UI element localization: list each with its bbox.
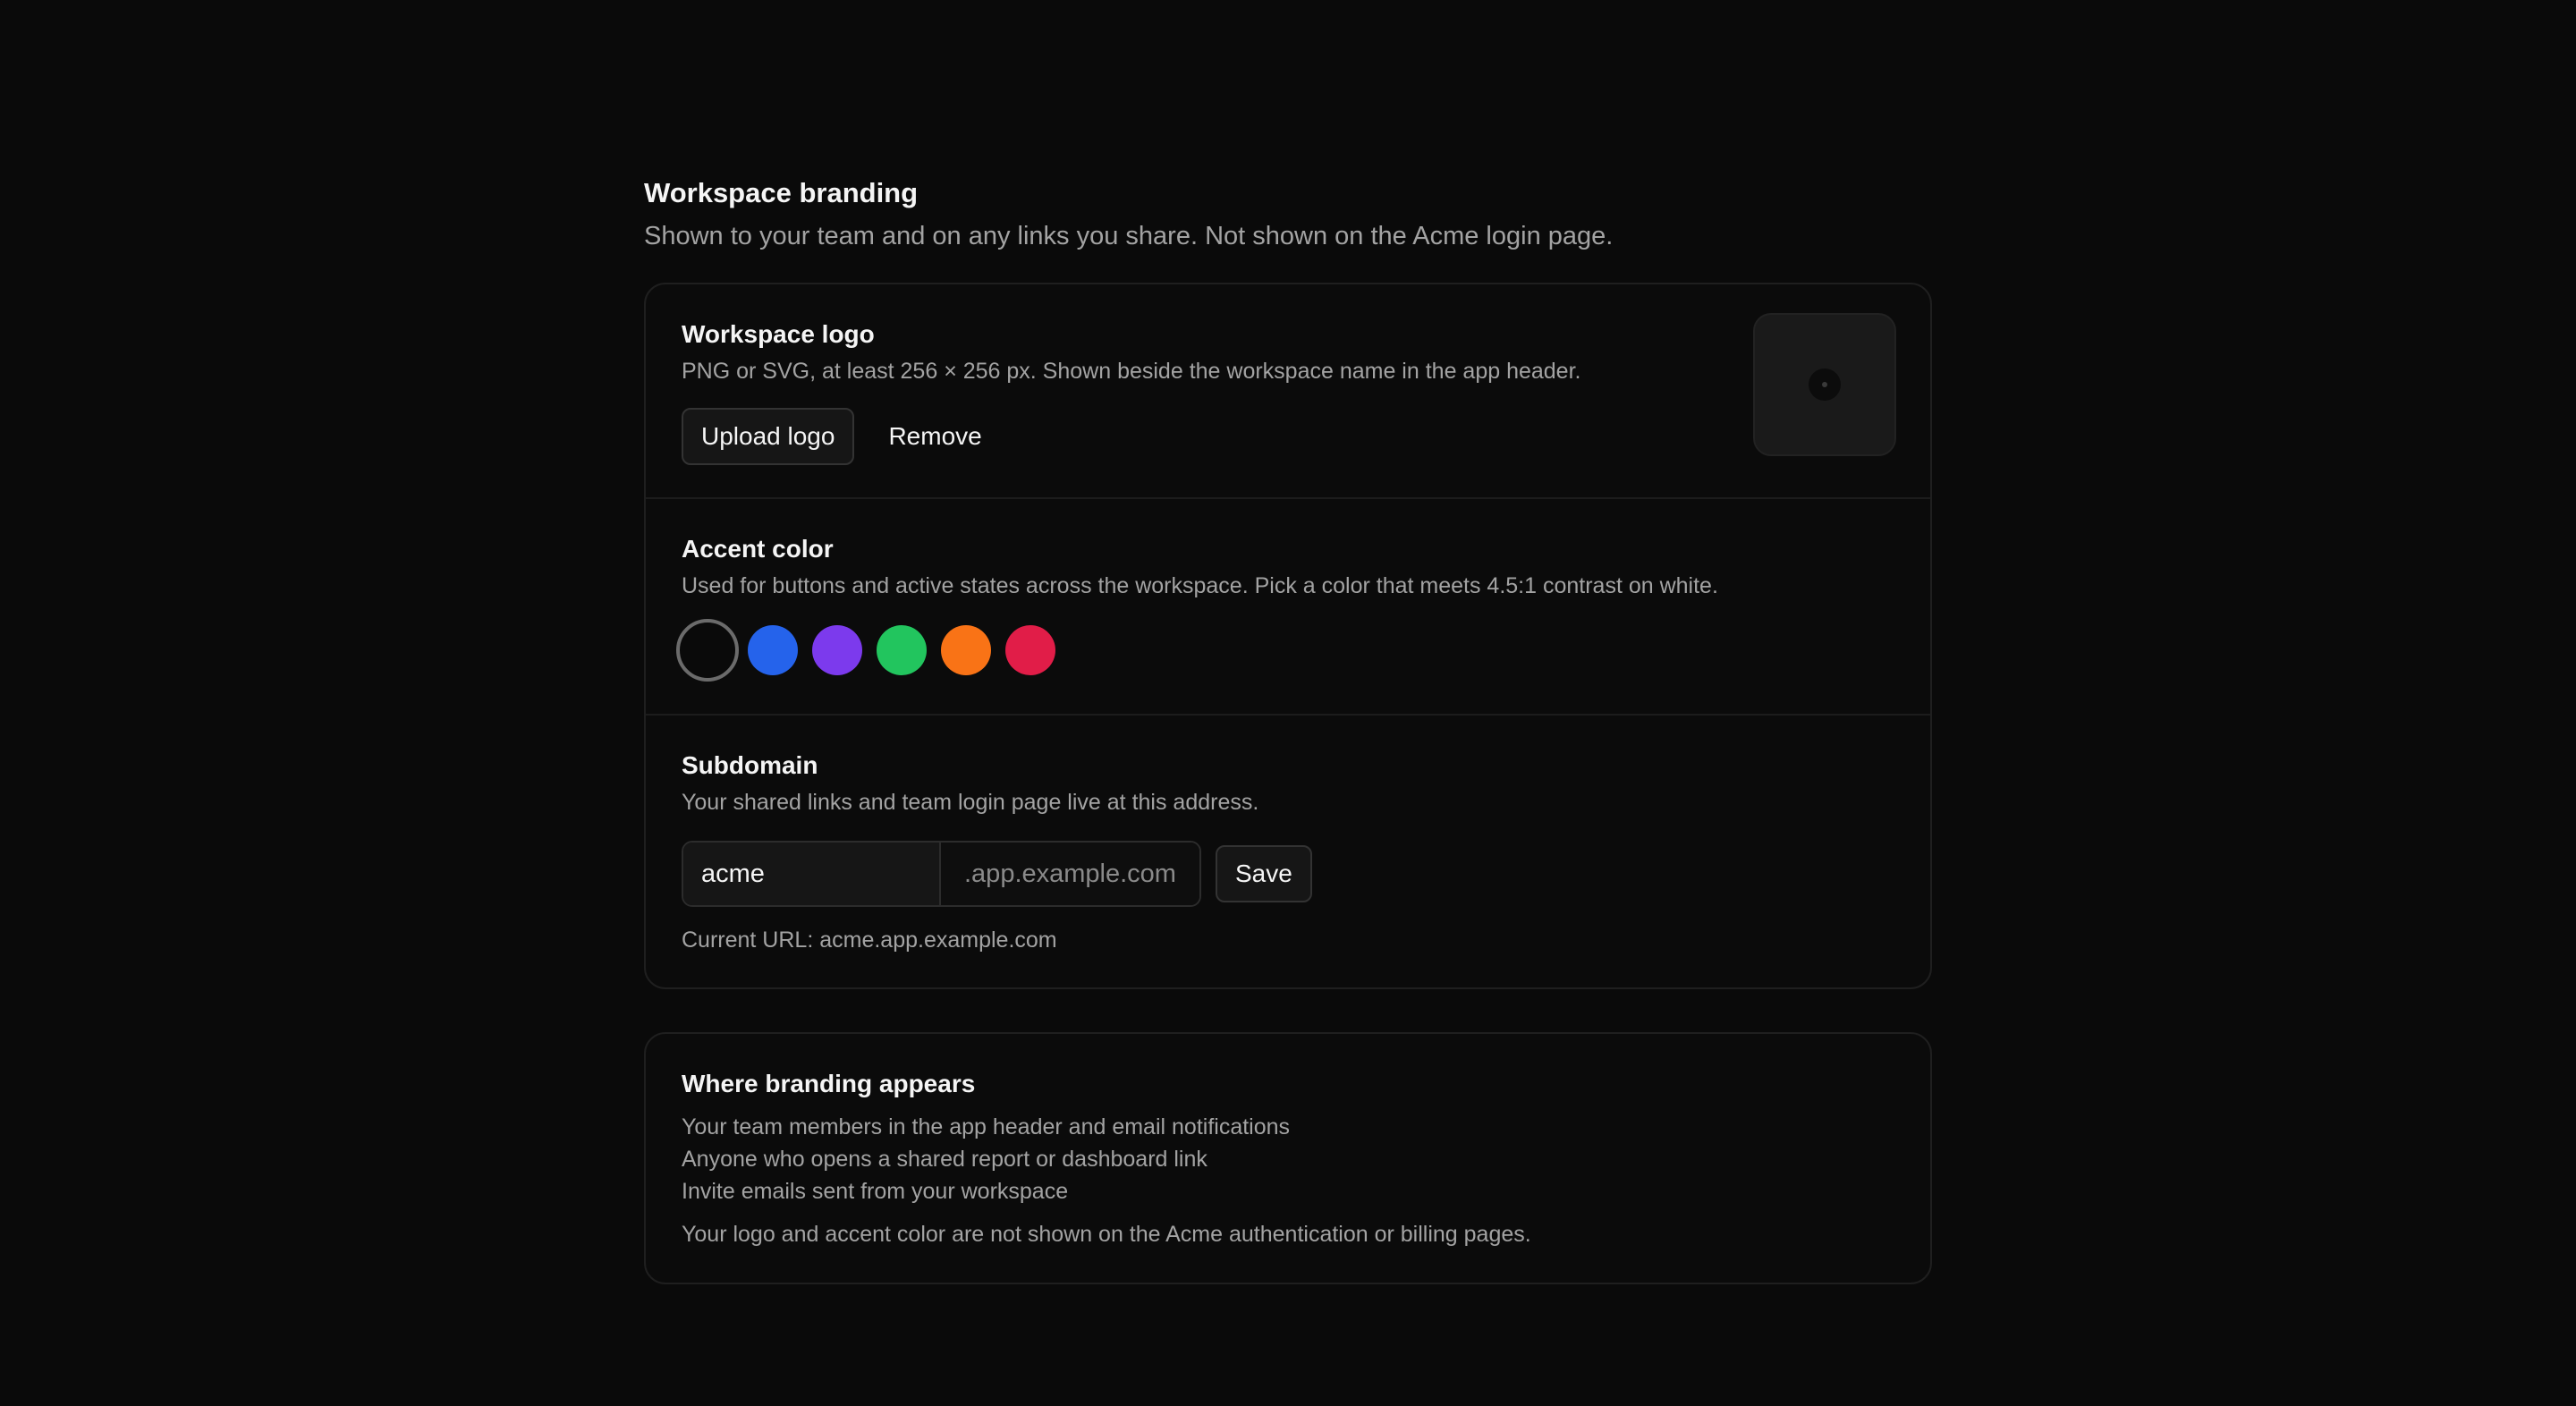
accent-swatches — [676, 619, 1894, 682]
swatch-green[interactable] — [877, 625, 927, 675]
subdomain-section-title: Subdomain — [682, 751, 818, 779]
remove-logo-button[interactable]: Remove — [869, 408, 1001, 465]
accent-color-section: Accent color Used for buttons and active… — [646, 499, 1930, 716]
logo-actions: Upload logo Remove — [682, 408, 1894, 465]
where-branding-appears-card: Where branding appears Your team members… — [644, 1032, 1932, 1284]
subdomain-section-description: Your shared links and team login page li… — [682, 790, 1259, 815]
appears-title: Where branding appears — [682, 1070, 976, 1097]
page-title: Workspace branding — [644, 177, 919, 208]
subdomain-suffix: .app.example.com — [941, 843, 1199, 905]
swatch-blue[interactable] — [748, 625, 798, 675]
subdomain-row: .app.example.com Save — [682, 841, 1894, 907]
logo-preview — [1753, 313, 1896, 456]
swatch-purple[interactable] — [812, 625, 862, 675]
branding-settings-card: Workspace logo PNG or SVG, at least 256 … — [644, 283, 1932, 989]
current-url-text: Current URL: acme.app.example.com — [682, 927, 1057, 953]
swatch-orange[interactable] — [941, 625, 991, 675]
appears-list: Your team members in the app header and … — [682, 1111, 1894, 1207]
appears-footnote: Your logo and accent color are not shown… — [682, 1222, 1531, 1247]
workspace-branding-page: Workspace branding Shown to your team an… — [644, 175, 1932, 1284]
swatch-red[interactable] — [1005, 625, 1055, 675]
logo-section: Workspace logo PNG or SVG, at least 256 … — [646, 284, 1930, 499]
appears-section: Where branding appears Your team members… — [646, 1034, 1930, 1283]
upload-logo-button[interactable]: Upload logo — [682, 408, 855, 465]
subdomain-input[interactable] — [683, 843, 941, 905]
list-item: Your team members in the app header and … — [682, 1114, 1291, 1139]
logo-section-title: Workspace logo — [682, 320, 875, 348]
list-item: Invite emails sent from your workspace — [682, 1179, 1069, 1204]
accent-section-title: Accent color — [682, 535, 834, 563]
swatch-black[interactable] — [676, 619, 739, 682]
accent-section-description: Used for buttons and active states acros… — [682, 573, 1718, 598]
page-subtitle: Shown to your team and on any links you … — [644, 222, 1614, 250]
logo-section-description: PNG or SVG, at least 256 × 256 px. Shown… — [682, 359, 1581, 384]
save-subdomain-button[interactable]: Save — [1215, 845, 1312, 902]
list-item: Anyone who opens a shared report or dash… — [682, 1147, 1208, 1172]
logo-placeholder-icon — [1809, 368, 1841, 401]
subdomain-section: Subdomain Your shared links and team log… — [646, 716, 1930, 987]
subdomain-input-group: .app.example.com — [682, 841, 1201, 907]
